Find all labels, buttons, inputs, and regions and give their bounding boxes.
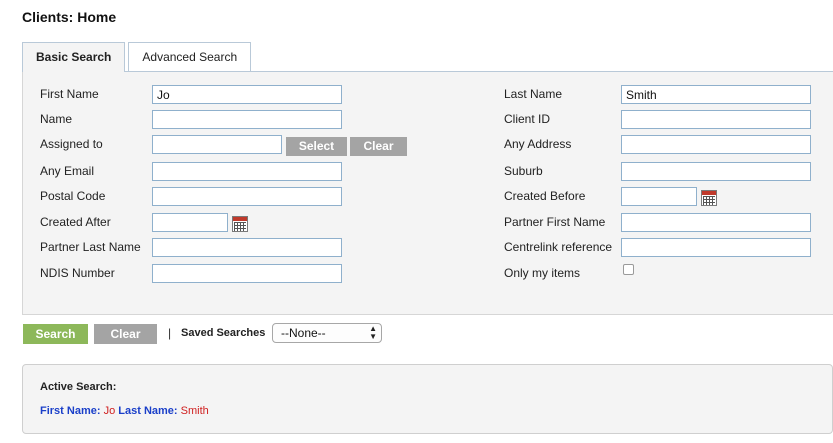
created-after-input[interactable] — [152, 213, 228, 232]
search-button[interactable]: Search — [23, 324, 88, 344]
last-name-input[interactable] — [621, 85, 811, 104]
saved-searches-select[interactable]: --None-- ▲ ▼ — [272, 323, 382, 343]
tab-advanced-search[interactable]: Advanced Search — [128, 42, 252, 71]
tab-basic-search[interactable]: Basic Search — [22, 42, 126, 72]
assigned-to-input[interactable] — [152, 135, 282, 154]
first-name-label: First Name — [40, 87, 99, 101]
active-first-name-key: First Name: — [40, 405, 101, 417]
partner-last-name-input[interactable] — [152, 238, 342, 257]
created-before-input[interactable] — [621, 187, 697, 206]
ndis-number-label: NDIS Number — [40, 266, 115, 280]
last-name-label: Last Name — [504, 87, 563, 101]
active-last-name-key: Last Name: — [118, 405, 178, 417]
assigned-to-clear-button[interactable]: Clear — [350, 137, 407, 156]
name-input[interactable] — [152, 110, 342, 129]
postal-code-input[interactable] — [152, 187, 342, 206]
saved-searches-label: Saved Searches — [181, 327, 266, 339]
active-search-panel: Active Search: First Name: Jo Last Name:… — [22, 364, 833, 434]
created-after-label: Created After — [40, 215, 111, 229]
any-address-label: Any Address — [504, 137, 572, 151]
first-name-input[interactable] — [152, 85, 342, 104]
basic-search-form: First Name Last Name Name Client ID Assi… — [22, 72, 833, 315]
client-id-input[interactable] — [621, 110, 811, 129]
any-email-label: Any Email — [40, 164, 95, 178]
centrelink-reference-input[interactable] — [621, 238, 811, 257]
only-my-items-label: Only my items — [504, 266, 581, 280]
created-before-label: Created Before — [504, 189, 586, 203]
suburb-label: Suburb — [504, 164, 543, 178]
search-tabs: Basic Search Advanced Search — [22, 42, 254, 72]
active-search-title: Active Search: — [40, 381, 117, 393]
separator: | — [168, 326, 172, 340]
calendar-icon[interactable] — [232, 216, 248, 232]
calendar-icon[interactable] — [701, 190, 717, 206]
any-email-input[interactable] — [152, 162, 342, 181]
suburb-input[interactable] — [621, 162, 811, 181]
active-last-name-value: Smith — [180, 405, 209, 417]
only-my-items-checkbox[interactable] — [623, 264, 634, 275]
centrelink-reference-label: Centrelink reference — [504, 240, 613, 254]
client-id-label: Client ID — [504, 112, 551, 126]
saved-searches-value: --None-- — [281, 326, 326, 340]
clear-button[interactable]: Clear — [94, 324, 157, 344]
select-arrows-icon: ▲ ▼ — [369, 324, 377, 341]
assigned-to-label: Assigned to — [40, 137, 103, 151]
page-title: Clients: Home — [22, 9, 117, 25]
partner-first-name-label: Partner First Name — [504, 215, 606, 229]
ndis-number-input[interactable] — [152, 264, 342, 283]
assigned-to-select-button[interactable]: Select — [286, 137, 347, 156]
partner-last-name-label: Partner Last Name — [40, 240, 141, 254]
active-first-name-value: Jo — [103, 405, 116, 417]
active-search-criteria: First Name: Jo Last Name: Smith — [40, 405, 209, 417]
name-label: Name — [40, 112, 73, 126]
any-address-input[interactable] — [621, 135, 811, 154]
postal-code-label: Postal Code — [40, 189, 106, 203]
partner-first-name-input[interactable] — [621, 213, 811, 232]
